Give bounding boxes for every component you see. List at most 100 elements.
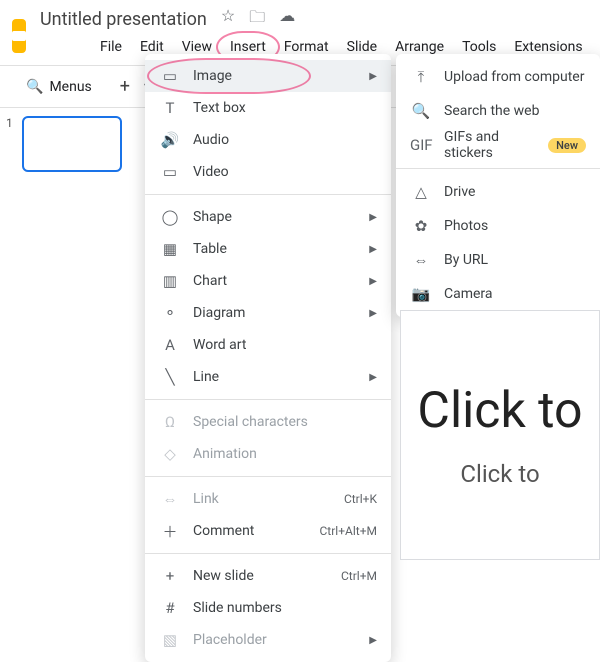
new-slide-icon: +: [159, 567, 181, 585]
audio-icon: 🔊: [159, 131, 181, 149]
animation-icon: ◇: [159, 445, 181, 463]
submenu-item-label: Upload from computer: [444, 69, 584, 85]
insert-slide-numbers[interactable]: # Slide numbers: [145, 592, 391, 624]
submenu-item-label: Drive: [444, 184, 475, 200]
insert-line[interactable]: ╲ Line ▶: [145, 361, 391, 393]
insert-animation: ◇ Animation: [145, 438, 391, 470]
menu-item-label: Diagram: [193, 305, 359, 321]
insert-special-characters: Ω Special characters: [145, 406, 391, 438]
submenu-arrow-icon: ▶: [369, 308, 377, 319]
gifs-and-stickers-icon: GIF: [410, 136, 432, 154]
insert-chart[interactable]: ▥ Chart ▶: [145, 265, 391, 297]
shortcut-label: Ctrl+Alt+M: [320, 524, 378, 538]
submenu-arrow-icon: ▶: [369, 244, 377, 255]
special-characters-icon: Ω: [159, 413, 181, 431]
insert-menu-dropdown: ▭ Image ▶ T Text box 🔊 Audio ▭ Video ◯ Shape ▶ ▦ Tabl…: [145, 54, 391, 662]
menu-item-label: Line: [193, 369, 359, 385]
image-icon: ▭: [159, 67, 181, 85]
submenu-arrow-icon: ▶: [369, 635, 377, 646]
submenu-arrow-icon: ▶: [369, 71, 377, 82]
app-logo[interactable]: [12, 19, 26, 53]
search-the-web-icon: 🔍: [410, 102, 432, 120]
submenu-arrow-icon: ▶: [369, 372, 377, 383]
menu-item-label: Video: [193, 164, 377, 180]
menus-search-label: Menus: [49, 79, 91, 95]
menu-file[interactable]: File: [92, 35, 130, 59]
insert-placeholder: ▧ Placeholder ▶: [145, 624, 391, 656]
star-icon[interactable]: ☆: [221, 6, 235, 33]
move-icon[interactable]: 🗀: [249, 6, 265, 33]
menu-item-label: Table: [193, 241, 359, 257]
insert-audio[interactable]: 🔊 Audio: [145, 124, 391, 156]
subtitle-placeholder[interactable]: Click to: [460, 460, 539, 488]
placeholder-icon: ▧: [159, 631, 181, 649]
menus-search-button[interactable]: 🔍 Menus: [12, 73, 106, 101]
new-badge: New: [548, 138, 586, 153]
submenu-item-label: By URL: [444, 252, 488, 268]
menu-item-label: Image: [193, 68, 359, 84]
submenu-arrow-icon: ▶: [369, 276, 377, 287]
word-art-icon: A: [159, 336, 181, 354]
insert-comment[interactable]: ＋ CommentCtrl+Alt+M: [145, 515, 391, 547]
image-upload-from-computer[interactable]: ⤒ Upload from computer: [396, 60, 600, 94]
menu-item-label: Animation: [193, 446, 377, 462]
document-title[interactable]: Untitled presentation: [40, 9, 207, 30]
image-search-the-web[interactable]: 🔍 Search the web: [396, 94, 600, 128]
slide-canvas[interactable]: Click to Click to: [400, 310, 600, 560]
menu-item-label: Audio: [193, 132, 377, 148]
table-icon: ▦: [159, 240, 181, 258]
image-drive[interactable]: △ Drive: [396, 175, 600, 209]
insert-table[interactable]: ▦ Table ▶: [145, 233, 391, 265]
search-icon: 🔍: [26, 79, 43, 95]
menu-item-label: Link: [193, 491, 344, 507]
slide-thumbnail-1[interactable]: [22, 116, 122, 172]
menu-item-label: Slide numbers: [193, 600, 377, 616]
image-gifs-and-stickers[interactable]: GIF GIFs and stickersNew: [396, 128, 600, 162]
diagram-icon: ⚬: [159, 304, 181, 322]
shape-icon: ◯: [159, 208, 181, 226]
title-placeholder[interactable]: Click to: [417, 382, 582, 440]
insert-shape[interactable]: ◯ Shape ▶: [145, 201, 391, 233]
text-box-icon: T: [159, 99, 181, 117]
image-photos[interactable]: ✿ Photos: [396, 209, 600, 243]
menu-item-label: Word art: [193, 337, 377, 353]
shortcut-label: Ctrl+M: [341, 569, 377, 583]
menu-item-label: Chart: [193, 273, 359, 289]
slide-numbers-icon: #: [159, 599, 181, 617]
comment-icon: ＋: [159, 521, 181, 542]
new-slide-button[interactable]: +: [116, 72, 134, 101]
submenu-arrow-icon: ▶: [369, 212, 377, 223]
image-submenu: ⤒Upload from computer🔍Search the webGIFG…: [396, 54, 600, 317]
insert-image[interactable]: ▭ Image ▶: [145, 60, 391, 92]
video-icon: ▭: [159, 163, 181, 181]
menu-item-label: New slide: [193, 568, 341, 584]
shortcut-label: Ctrl+K: [344, 492, 377, 506]
submenu-item-label: Photos: [444, 218, 488, 234]
thumbnail-panel: 1: [0, 106, 140, 560]
insert-link: ⇔LinkCtrl+K: [145, 483, 391, 515]
insert-new-slide[interactable]: + New slideCtrl+M: [145, 560, 391, 592]
insert-word-art[interactable]: A Word art: [145, 329, 391, 361]
photos-icon: ✿: [410, 217, 432, 235]
menu-item-label: Placeholder: [193, 632, 359, 648]
line-icon: ╲: [159, 368, 181, 386]
submenu-item-label: GIFs and stickers: [444, 129, 548, 161]
cloud-status-icon[interactable]: ☁: [279, 6, 295, 33]
menu-item-label: Shape: [193, 209, 359, 225]
insert-video[interactable]: ▭ Video: [145, 156, 391, 188]
menu-item-label: Special characters: [193, 414, 377, 430]
chart-icon: ▥: [159, 272, 181, 290]
upload-from-computer-icon: ⤒: [410, 68, 432, 86]
drive-icon: △: [410, 183, 432, 201]
image-by-url[interactable]: ⇔ By URL: [396, 243, 600, 277]
menu-item-label: Text box: [193, 100, 377, 116]
submenu-item-label: Camera: [444, 286, 493, 302]
camera-icon: 📷: [410, 285, 432, 303]
submenu-item-label: Search the web: [444, 103, 539, 119]
by-url-icon: ⇔: [410, 251, 432, 269]
insert-diagram[interactable]: ⚬ Diagram ▶: [145, 297, 391, 329]
menu-item-label: Comment: [193, 523, 320, 539]
thumbnail-number: 1: [6, 116, 13, 130]
image-camera[interactable]: 📷 Camera: [396, 277, 600, 311]
insert-text-box[interactable]: T Text box: [145, 92, 391, 124]
